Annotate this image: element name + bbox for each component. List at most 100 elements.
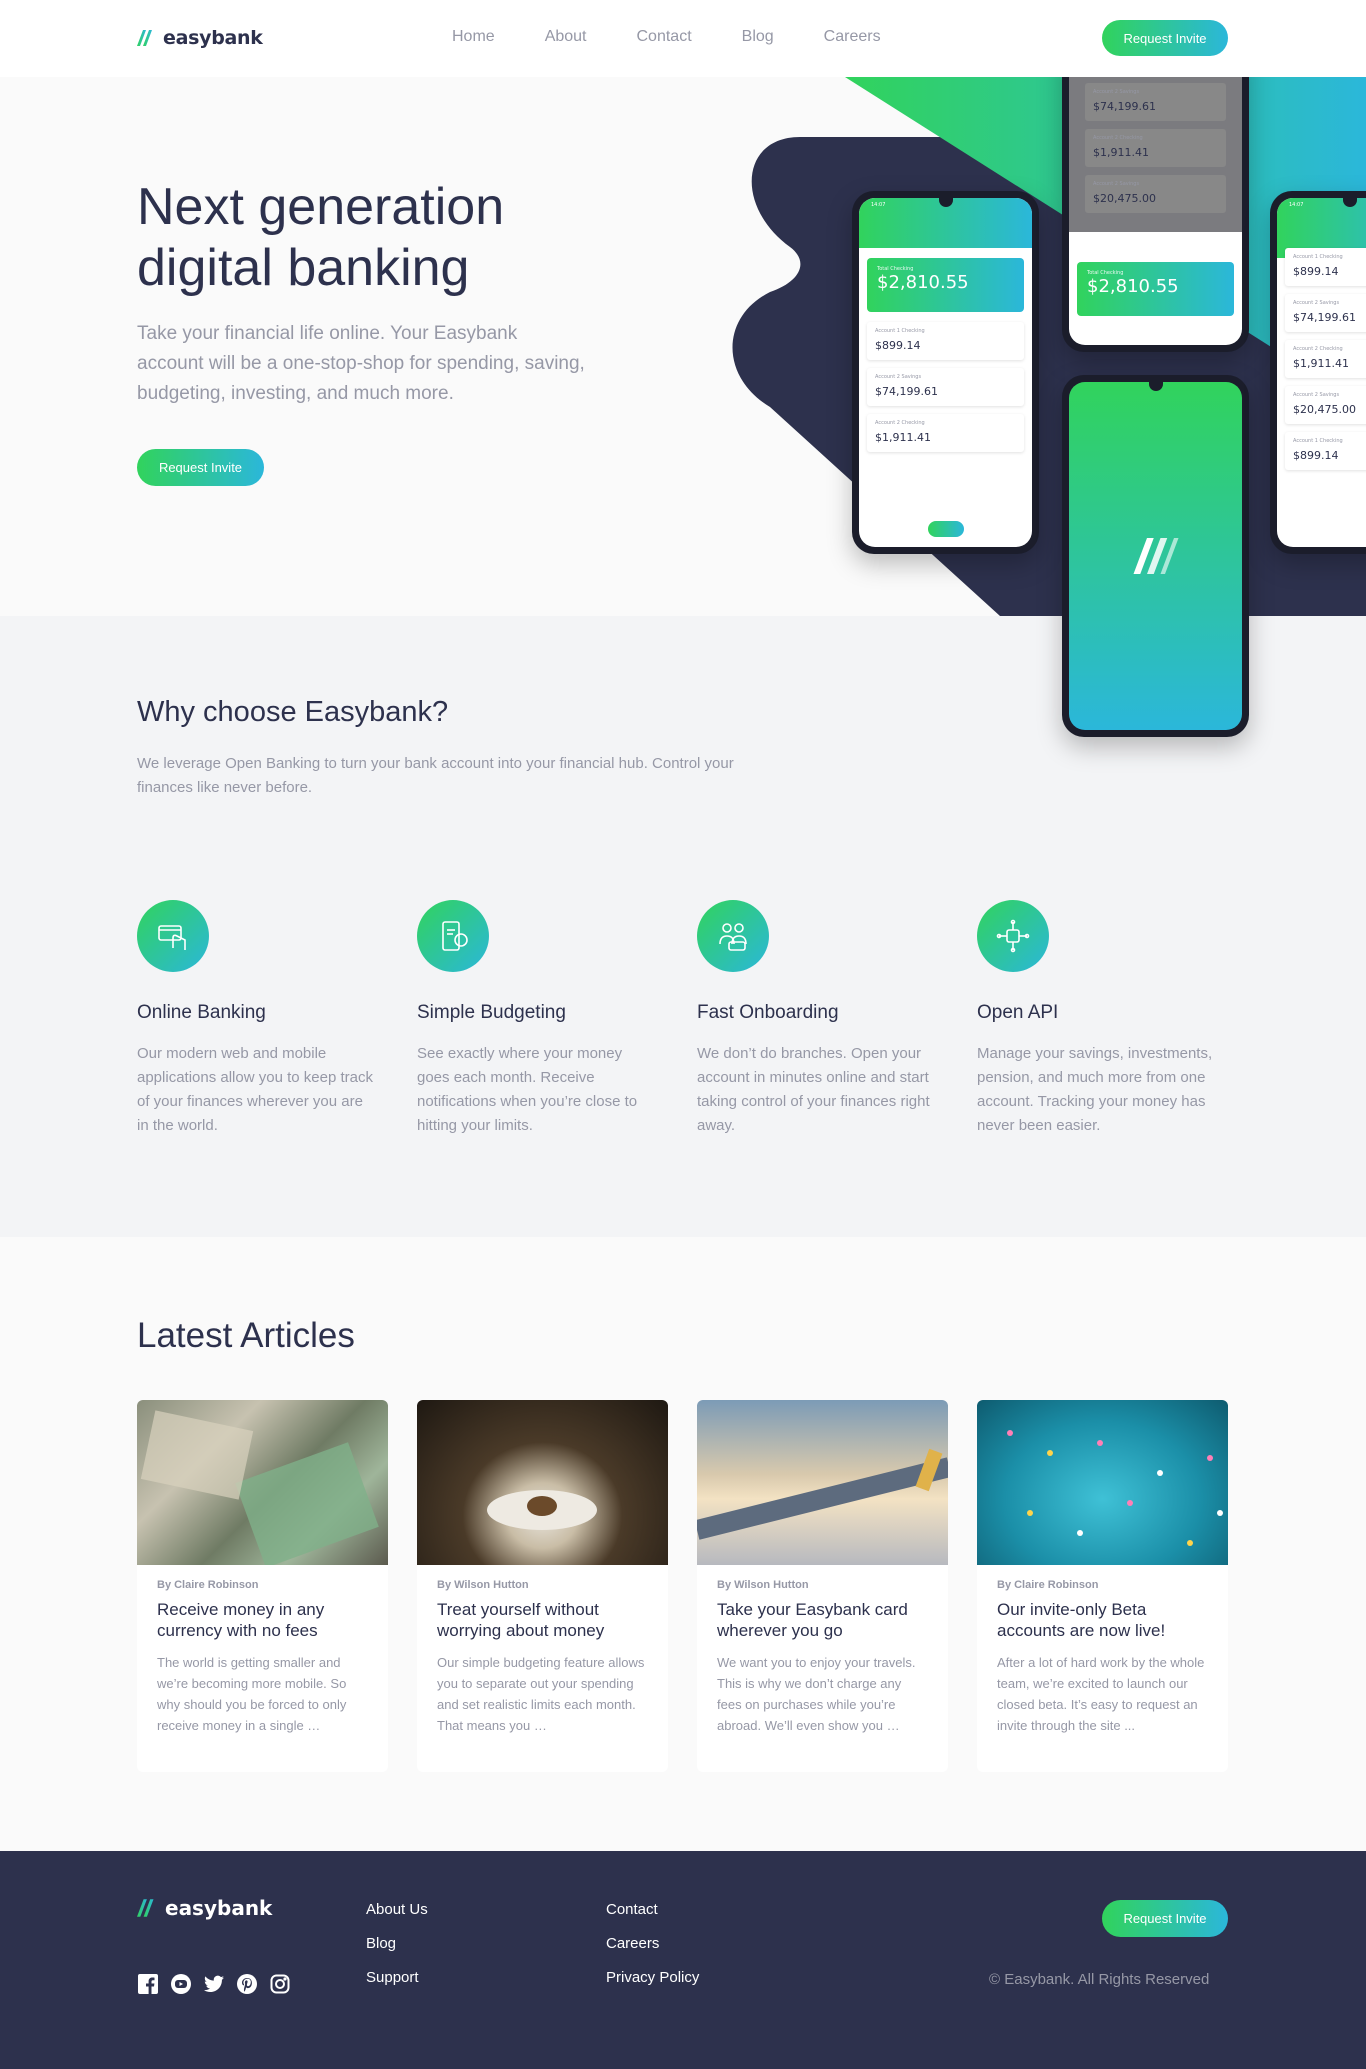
- account-label: Account 1 Checking: [875, 328, 925, 334]
- phone-mockup-splash: [1062, 375, 1249, 737]
- feature-open-api: Open API Manage your savings, investment…: [977, 900, 1217, 1138]
- confetti-photo: [977, 1400, 1228, 1565]
- article-excerpt: Our simple budgeting feature allows you …: [437, 1655, 645, 1733]
- instagram-icon[interactable]: [269, 1973, 291, 1995]
- footer-link-about[interactable]: About Us: [366, 1901, 428, 1920]
- account-amount: $20,475.00: [1293, 403, 1356, 416]
- phone-time: 14:07: [1289, 202, 1304, 208]
- twitter-icon[interactable]: [203, 1973, 225, 1995]
- logo-mark-icon: [137, 30, 152, 46]
- currency-photo: [137, 1400, 388, 1565]
- article-card[interactable]: By Claire Robinson Our invite-only Beta …: [977, 1400, 1228, 1772]
- account-label: Account 2 Checking: [1293, 346, 1343, 352]
- feature-text: We don’t do branches. Open your account …: [697, 1045, 930, 1134]
- online-banking-icon: [137, 900, 209, 972]
- article-card[interactable]: By Wilson Hutton Treat yourself without …: [417, 1400, 668, 1772]
- feature-fast-onboarding: Fast Onboarding We don’t do branches. Op…: [697, 900, 937, 1138]
- phone-action-button: [927, 521, 964, 537]
- feature-title: Simple Budgeting: [417, 1002, 566, 1023]
- facebook-icon[interactable]: [137, 1973, 159, 1995]
- total-label: Total Checking: [1087, 270, 1124, 276]
- total-amount: $2,810.55: [877, 272, 969, 293]
- article-excerpt: After a lot of hard work by the whole te…: [997, 1655, 1205, 1733]
- article-author: By Claire Robinson: [997, 1579, 1099, 1591]
- account-label: Account 2 Savings: [1093, 181, 1140, 187]
- logo-wordmark: easybank: [163, 27, 263, 49]
- why-text: We leverage Open Banking to turn your ba…: [137, 755, 734, 796]
- site-footer: easybank About Us Blog Support Contact C…: [0, 1851, 1366, 2069]
- account-row: Account 2 Savings $20,475.00: [1085, 175, 1226, 213]
- footer-link-careers[interactable]: Careers: [606, 1935, 699, 1954]
- feature-text: Manage your savings, investments, pensio…: [977, 1045, 1213, 1134]
- feature-simple-budgeting: Simple Budgeting See exactly where your …: [417, 900, 657, 1138]
- article-card[interactable]: By Wilson Hutton Take your Easybank card…: [697, 1400, 948, 1772]
- logo[interactable]: easybank: [137, 27, 263, 49]
- article-title[interactable]: Receive money in any currency with no fe…: [157, 1599, 368, 1641]
- total-checking-card: Total Checking $2,810.55: [1077, 262, 1234, 316]
- article-excerpt: We want you to enjoy your travels. This …: [717, 1655, 916, 1733]
- feature-title: Open API: [977, 1002, 1059, 1023]
- plane-photo: [697, 1400, 948, 1565]
- why-title: Why choose Easybank?: [137, 696, 449, 728]
- account-amount: $74,199.61: [1093, 100, 1156, 113]
- feature-text: Our modern web and mobile applications a…: [137, 1045, 373, 1134]
- logo-mark-icon: [137, 1899, 154, 1917]
- footer-link-contact[interactable]: Contact: [606, 1901, 699, 1920]
- account-amount: $899.14: [1293, 449, 1339, 462]
- youtube-icon[interactable]: [170, 1973, 192, 1995]
- nav-about[interactable]: About: [545, 28, 587, 46]
- nav-careers[interactable]: Careers: [824, 28, 881, 46]
- account-amount: $899.14: [1293, 265, 1339, 278]
- header-request-invite-button[interactable]: Request Invite: [1102, 20, 1228, 56]
- footer-link-support[interactable]: Support: [366, 1969, 428, 1988]
- site-header: easybank Home About Contact Blog Careers…: [0, 0, 1366, 77]
- article-author: By Wilson Hutton: [437, 1579, 529, 1591]
- account-amount: $74,199.61: [875, 385, 938, 398]
- account-row: Account 2 Savings $20,475.00: [1285, 386, 1366, 424]
- account-label: Account 2 Checking: [1093, 135, 1143, 141]
- article-title[interactable]: Treat yourself without worrying about mo…: [437, 1599, 648, 1641]
- account-amount: $899.14: [875, 339, 921, 352]
- feature-title: Online Banking: [137, 1002, 266, 1023]
- hero-text: Take your financial life online. Your Ea…: [137, 323, 585, 404]
- footer-links-col2: Contact Careers Privacy Policy: [606, 1901, 699, 1988]
- account-label: Account 2 Savings: [1293, 392, 1340, 398]
- account-row: Account 2 Checking $1,911.41: [867, 414, 1024, 452]
- feature-text: See exactly where your money goes each m…: [417, 1045, 638, 1134]
- footer-links-col1: About Us Blog Support: [366, 1901, 428, 1988]
- phone-mockup-right: 14:07 Account 1 Checking $899.14 Account …: [1270, 191, 1366, 554]
- copyright: © Easybank. All Rights Reserved: [989, 1971, 1210, 1988]
- footer-logo[interactable]: easybank: [137, 1896, 272, 1920]
- account-row: Account 2 Savings $74,199.61: [867, 368, 1024, 406]
- phone-time: 14:07: [871, 202, 886, 208]
- articles-section: Latest Articles By Claire Robinson Recei…: [0, 1237, 1366, 1851]
- phone-mockup-top: Account 2 Savings $74,199.61 Account 2 Ch…: [1062, 40, 1249, 352]
- main-nav: Home About Contact Blog Careers: [452, 28, 931, 46]
- article-card[interactable]: By Claire Robinson Receive money in any …: [137, 1400, 388, 1772]
- account-amount: $20,475.00: [1093, 192, 1156, 205]
- nav-home[interactable]: Home: [452, 28, 495, 46]
- account-row: Account 1 Checking $899.14: [1285, 248, 1366, 286]
- nav-blog[interactable]: Blog: [742, 28, 774, 46]
- onboarding-icon: [697, 900, 769, 972]
- api-icon: [977, 900, 1049, 972]
- article-title[interactable]: Our invite-only Beta accounts are now li…: [997, 1599, 1208, 1641]
- account-amount: $1,911.41: [875, 431, 931, 444]
- article-title[interactable]: Take your Easybank card wherever you go: [717, 1599, 928, 1641]
- account-row: Account 1 Checking $899.14: [867, 322, 1024, 360]
- pinterest-icon[interactable]: [236, 1973, 258, 1995]
- footer-link-blog[interactable]: Blog: [366, 1935, 428, 1954]
- account-label: Account 2 Savings: [875, 374, 922, 380]
- article-excerpt: The world is getting smaller and we’re b…: [157, 1655, 347, 1733]
- account-row: Account 2 Checking $1,911.41: [1085, 129, 1226, 167]
- footer-request-invite-button[interactable]: Request Invite: [1102, 1900, 1228, 1937]
- hero-request-invite-button[interactable]: Request Invite: [137, 449, 264, 486]
- footer-link-privacy[interactable]: Privacy Policy: [606, 1969, 699, 1988]
- nav-contact[interactable]: Contact: [637, 28, 692, 46]
- account-label: Account 1 Checking: [1293, 254, 1343, 260]
- account-label: Account 2 Checking: [875, 420, 925, 426]
- account-row: Account 2 Checking $1,911.41: [1285, 340, 1366, 378]
- articles-title: Latest Articles: [137, 1316, 355, 1355]
- account-row: Account 2 Savings $74,199.61: [1085, 83, 1226, 121]
- account-label: Account 1 Checking: [1293, 438, 1343, 444]
